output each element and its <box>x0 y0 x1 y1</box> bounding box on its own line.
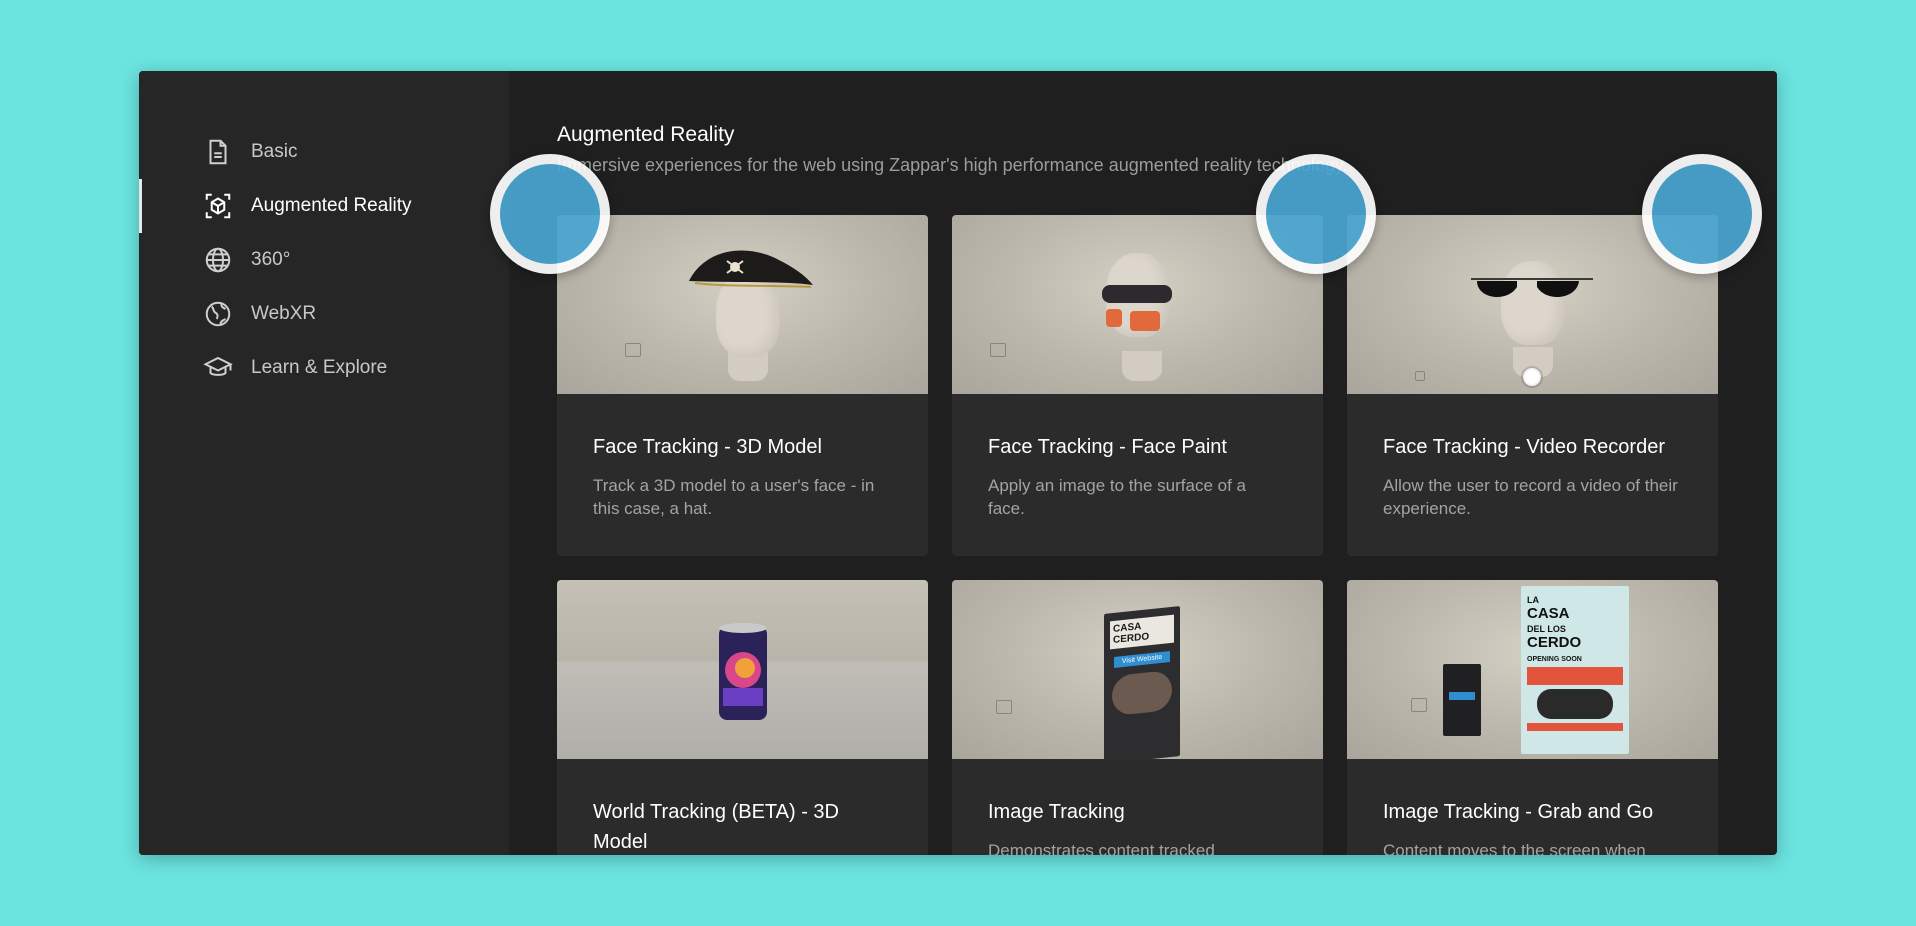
highlight-dot-right <box>1642 154 1762 274</box>
sidebar-nav: Basic Augmented Reality 360° WebXR Learn… <box>139 125 509 395</box>
tap-hint-icon <box>1415 371 1425 381</box>
grab-and-go-poster: LA CASA DEL LOS CERDO OPENING SOON <box>1521 586 1629 754</box>
card-description: Demonstrates content tracked <box>988 841 1215 855</box>
page-title: Augmented Reality <box>557 123 735 146</box>
visit-website-button: Visit Website <box>1114 651 1170 668</box>
sidebar-item-learn-explore[interactable]: Learn & Explore <box>183 341 509 395</box>
ar-cube-icon <box>201 189 235 223</box>
sidebar: Basic Augmented Reality 360° WebXR Learn… <box>139 71 509 855</box>
sidebar-item-360[interactable]: 360° <box>183 233 509 287</box>
sunglasses-icon <box>1471 278 1593 298</box>
example-grid: Face Tracking - 3D Model Track a 3D mode… <box>557 215 1718 855</box>
sidebar-item-label: Augmented Reality <box>251 195 412 216</box>
face-paint-mask <box>1102 285 1172 303</box>
main-content: Augmented Reality Immersive experiences … <box>509 71 1777 855</box>
card-title: Face Tracking - Face Paint <box>988 436 1227 458</box>
card-face-tracking-face-paint[interactable]: Face Tracking - Face Paint Apply an imag… <box>952 215 1323 556</box>
sidebar-item-basic[interactable]: Basic <box>183 125 509 179</box>
poster-banner <box>1527 667 1623 685</box>
tap-hint-icon <box>990 343 1006 357</box>
card-title: Image Tracking <box>988 801 1125 823</box>
card-description: Apply an image to the surface of a face. <box>988 476 1246 518</box>
tap-hint-icon <box>1411 698 1427 712</box>
poster-opening-soon: OPENING SOON <box>1527 656 1582 663</box>
card-title: Image Tracking - Grab and Go <box>1383 801 1654 823</box>
card-thumbnail <box>557 580 928 759</box>
soda-can-icon <box>719 623 767 720</box>
pig-graphic <box>1537 689 1613 719</box>
card-description: Content moves to the screen when <box>1383 841 1646 855</box>
pig-graphic <box>1112 669 1172 717</box>
document-icon <box>201 135 235 169</box>
sidebar-item-label: WebXR <box>251 303 317 324</box>
earth-icon <box>201 297 235 331</box>
card-description: Track a 3D model to a user's face - in t… <box>593 476 875 518</box>
tap-hint-icon <box>625 343 641 357</box>
card-title: Face Tracking - Video Recorder <box>1383 436 1665 458</box>
mannequin-neck <box>1122 351 1162 381</box>
poster-heading: CASA CERDO <box>1110 614 1174 650</box>
sidebar-item-augmented-reality[interactable]: Augmented Reality <box>139 179 509 233</box>
sidebar-item-label: Basic <box>251 141 298 162</box>
app-window: Basic Augmented Reality 360° WebXR Learn… <box>139 71 1777 855</box>
phone-marker <box>1443 664 1481 736</box>
card-face-tracking-3d-model[interactable]: Face Tracking - 3D Model Track a 3D mode… <box>557 215 928 556</box>
sidebar-item-label: Learn & Explore <box>251 357 388 378</box>
card-thumbnail: LA CASA DEL LOS CERDO OPENING SOON <box>1347 580 1718 759</box>
record-button-icon <box>1523 368 1541 386</box>
poster-footer <box>1527 723 1623 731</box>
highlight-dot-left <box>490 154 610 274</box>
card-thumbnail: CASA CERDO Visit Website <box>952 580 1323 759</box>
face-paint-left <box>1106 309 1122 327</box>
page-description: Immersive experiences for the web using … <box>557 155 1348 175</box>
card-world-tracking-3d-model[interactable]: World Tracking (BETA) - 3D Model <box>557 580 928 855</box>
card-image-tracking-grab-and-go[interactable]: LA CASA DEL LOS CERDO OPENING SOON Image… <box>1347 580 1718 855</box>
tracked-poster: CASA CERDO Visit Website <box>1104 606 1180 759</box>
card-thumbnail <box>557 215 928 394</box>
face-paint-right <box>1130 311 1160 331</box>
sidebar-item-webxr[interactable]: WebXR <box>183 287 509 341</box>
card-face-tracking-video-recorder[interactable]: Face Tracking - Video Recorder Allow the… <box>1347 215 1718 556</box>
card-title: Face Tracking - 3D Model <box>593 436 822 458</box>
graduation-cap-icon <box>201 351 235 385</box>
card-description: Allow the user to record a video of thei… <box>1383 476 1678 518</box>
poster-title: LA CASA DEL LOS CERDO <box>1527 595 1582 651</box>
pirate-hat-icon <box>689 250 813 288</box>
tap-hint-icon <box>996 700 1012 714</box>
card-title: World Tracking (BETA) - 3D Model <box>593 801 839 853</box>
sidebar-item-label: 360° <box>251 249 291 270</box>
highlight-dot-middle <box>1256 154 1376 274</box>
phone-marker-button <box>1449 692 1475 700</box>
card-image-tracking[interactable]: CASA CERDO Visit Website Image Tracking … <box>952 580 1323 855</box>
globe-grid-icon <box>201 243 235 277</box>
